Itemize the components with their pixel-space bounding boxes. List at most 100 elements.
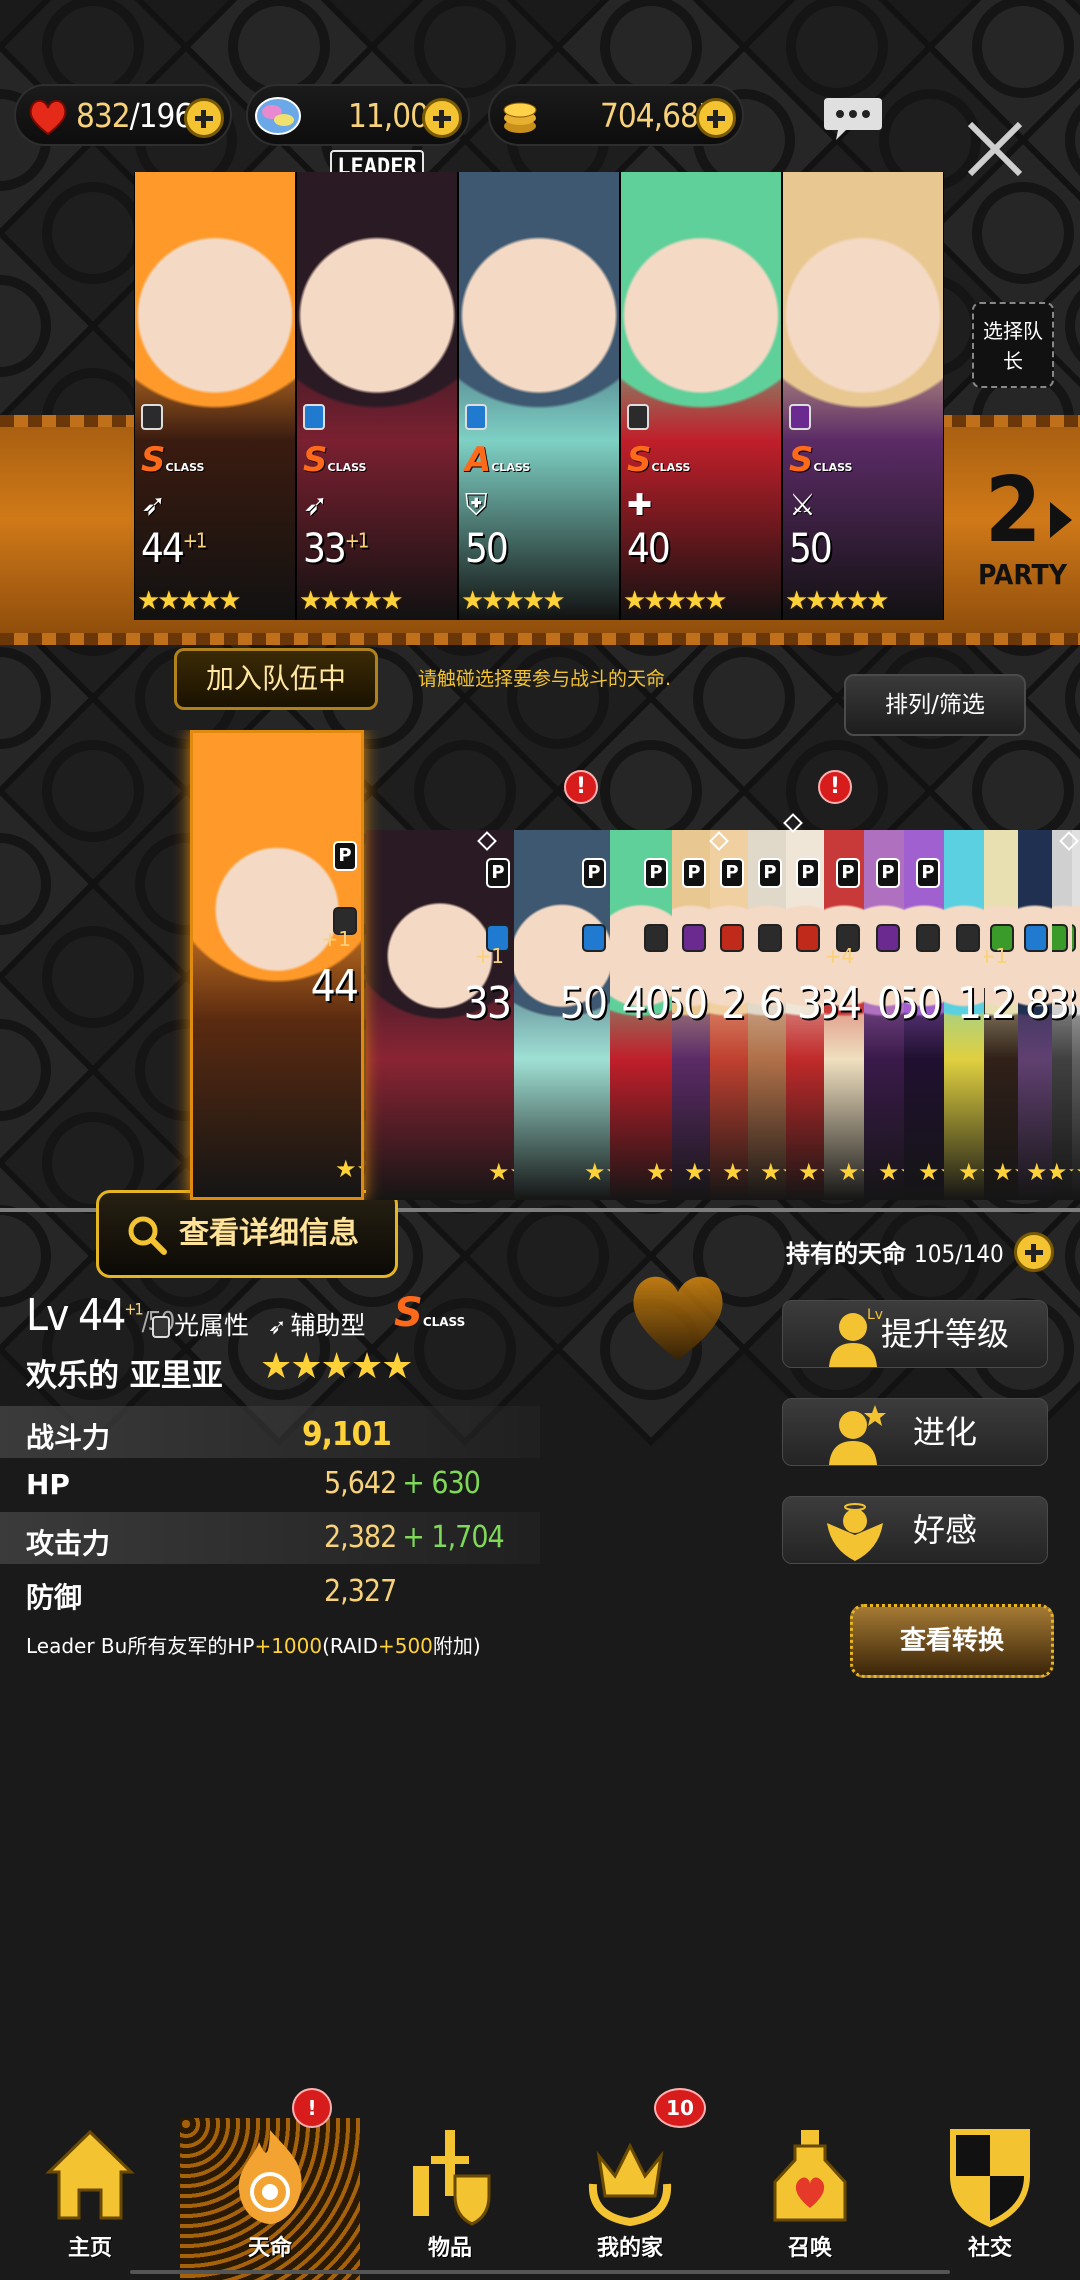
nav-item-5[interactable]: 召唤: [720, 2118, 900, 2280]
rarity-stars: ★★★★★: [260, 1346, 413, 1387]
character-level: 3: [796, 978, 822, 1029]
roster-character-3[interactable]: P 50 ★★★★★: [514, 830, 610, 1200]
dark-element-icon: [876, 924, 900, 952]
join-party-button[interactable]: 加入队伍中: [174, 648, 378, 710]
leader-buff: Leader Bu所有友军的HP+1000(RAID+500附加): [26, 1634, 481, 1658]
class-badge: SCLASS: [394, 1290, 466, 1336]
stat-row: 攻击力 2,382 + 1,704: [0, 1512, 540, 1564]
roster-character-2[interactable]: P +1 33 ★★★★★: [366, 830, 514, 1200]
roster-character-9[interactable]: P +4 84 ★★★★★: [824, 830, 864, 1200]
expand-slots-button[interactable]: [1014, 1232, 1054, 1272]
gold-coin-icon: [503, 102, 537, 133]
character-level: 12: [984, 978, 1016, 1029]
level-up-button[interactable]: Lv 提升等级: [782, 1300, 1048, 1368]
party-member-marker: P: [836, 858, 860, 888]
level-plus: +1: [321, 927, 351, 951]
character-level: 6: [758, 978, 784, 1029]
party-slot-1[interactable]: SCLASS ➶ 44+1 ★★★★★: [134, 172, 296, 620]
roster-character-5[interactable]: P 50 ★★★★★: [672, 830, 710, 1200]
add-gems-button[interactable]: [422, 98, 462, 138]
rarity-stars: ★★★★★: [299, 586, 404, 616]
nav-item-3[interactable]: 物品: [360, 2118, 540, 2280]
water-element-icon: [465, 404, 487, 430]
resource-bar: 832/196 11,007 704,685: [0, 84, 1080, 146]
sword-role-icon: ⚔: [789, 488, 816, 523]
character-level: 13: [1072, 978, 1078, 1029]
party-member-marker: P: [333, 841, 357, 871]
roster-character-4[interactable]: P 40 ★★★★★: [610, 830, 672, 1200]
stat-name: 战斗力: [26, 1421, 111, 1454]
heart-decoration-icon: [633, 1276, 723, 1360]
character-level: 1: [956, 978, 982, 1029]
roster-character-15[interactable]: 13 ★★★★★: [1052, 830, 1072, 1200]
rarity-stars: ★★★★★: [1026, 1158, 1052, 1186]
roster-character-7[interactable]: P 6 ★★★★★: [748, 830, 786, 1200]
affection-button[interactable]: 好感: [782, 1496, 1048, 1564]
view-details-button[interactable]: 查看详细信息: [96, 1190, 398, 1278]
close-icon[interactable]: [964, 118, 1026, 180]
rarity-stars: ★★★★★: [1052, 1158, 1072, 1186]
character-level: 50: [672, 978, 708, 1029]
home-icon: [45, 2129, 135, 2220]
view-conversion-button[interactable]: 查看转换: [850, 1604, 1054, 1678]
chat-icon[interactable]: [822, 96, 884, 142]
rarity-stars: ★★★★★: [878, 1158, 904, 1186]
nav-label: 召唤: [787, 2236, 832, 2261]
add-gold-button[interactable]: [696, 98, 736, 138]
attribute-label: 光属性: [152, 1306, 249, 1342]
party-member-marker: P: [758, 858, 782, 888]
svg-text:Lv: Lv: [867, 1307, 883, 1323]
view-details-label: 查看详细信息: [179, 1216, 359, 1251]
heart-icon: [29, 100, 67, 136]
roster-character-11[interactable]: P 50 ★★★★★: [904, 830, 944, 1200]
stat-value: 9,101: [302, 1414, 392, 1453]
level-plus: +1: [474, 944, 504, 968]
roster-character-10[interactable]: P 0 ★★★★★: [864, 830, 904, 1200]
class-badge: SCLASS: [789, 440, 853, 480]
level-up-person-icon: Lv: [829, 1307, 883, 1367]
rarity-stars: ★★★★★: [684, 1158, 710, 1186]
character-level: 40: [621, 978, 670, 1029]
character-name: 欢乐的 亚里亚: [26, 1358, 223, 1394]
nav-item-2[interactable]: 天命: [180, 2118, 360, 2280]
roster-character-14[interactable]: 8 ★★★★★: [1018, 830, 1052, 1200]
class-badge: SCLASS: [303, 440, 367, 480]
roster-character-13[interactable]: +1 12 ★★★★★: [984, 830, 1018, 1200]
nav-item-4[interactable]: 我的家: [540, 2118, 720, 2280]
heal-role-icon: ✚: [627, 488, 653, 523]
class-badge: SCLASS: [627, 440, 691, 480]
party-slot-4[interactable]: SCLASS ✚ 40 ★★★★★: [620, 172, 782, 620]
light-element-icon: [627, 404, 649, 430]
roster-character-6[interactable]: P 2 ★★★★★: [710, 830, 748, 1200]
shield-role-icon: ⛨: [465, 488, 488, 523]
character-level: 50: [904, 978, 942, 1029]
roster-character-12[interactable]: 1 ★★★★★: [944, 830, 984, 1200]
wing-role-icon: ➶: [303, 488, 329, 523]
stat-name: 防御: [26, 1581, 83, 1614]
stat-bonus: + 630: [402, 1466, 481, 1501]
light-element-icon: [956, 924, 980, 952]
next-party-arrow-icon[interactable]: [1050, 502, 1072, 538]
add-stamina-button[interactable]: [184, 98, 224, 138]
nav-item-6[interactable]: 社交: [900, 2118, 1080, 2280]
affection-angel-icon: [827, 1503, 883, 1561]
dark-element-icon: [789, 404, 811, 430]
character-level: 84: [824, 978, 862, 1029]
nature-element-icon: [1072, 924, 1076, 952]
sort-filter-button[interactable]: 排列/筛选: [844, 674, 1026, 736]
water-element-icon: [582, 924, 606, 952]
party-slot-5[interactable]: SCLASS ⚔ 50 ★★★★★: [782, 172, 944, 620]
stat-row: 战斗力 9,101: [0, 1406, 540, 1458]
roster-character-1[interactable]: P +1 44 ★★★★★: [190, 730, 364, 1200]
roster-character-8[interactable]: P 3 ★★★★★: [786, 830, 824, 1200]
rarity-stars: ★★★★★: [646, 1158, 672, 1186]
nav-label: 主页: [67, 2236, 112, 2261]
nav-item-1[interactable]: 主页: [0, 2118, 180, 2280]
light-element-icon: [644, 924, 668, 952]
rarity-stars: ★★★★★: [623, 586, 728, 616]
party-slot-2[interactable]: SCLASS ➶ 33+1 ★★★★★: [296, 172, 458, 620]
choose-leader-button[interactable]: 选择队长: [972, 302, 1054, 388]
party-slot-3[interactable]: ACLASS ⛨ 50 ★★★★★: [458, 172, 620, 620]
roster-character-16[interactable]: 13 ★★★★★: [1072, 830, 1080, 1200]
evolve-button[interactable]: 进化: [782, 1398, 1048, 1466]
